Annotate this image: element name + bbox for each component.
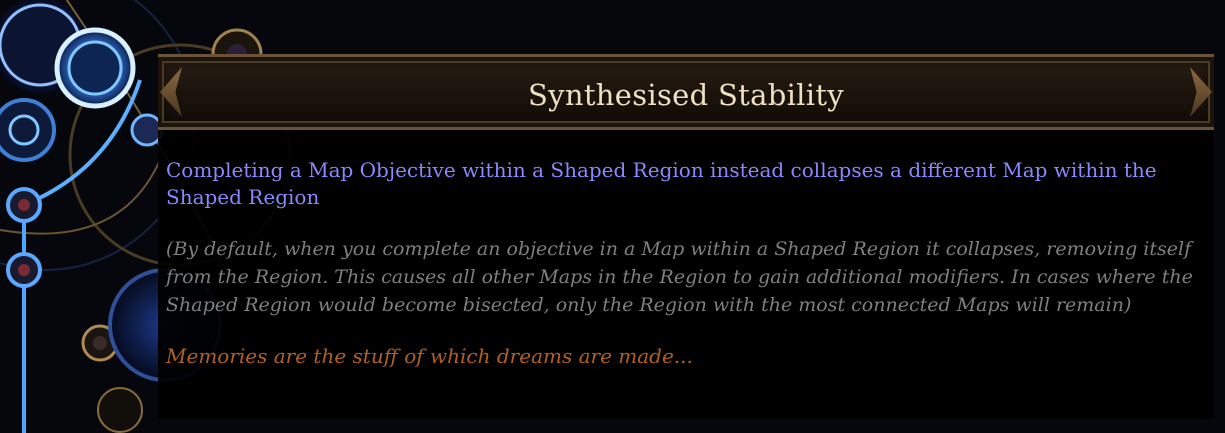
tooltip-body: Completing a Map Objective within a Shap… [166,157,1208,370]
tooltip-title: Synthesised Stability [528,78,844,112]
explicit-modifier: Completing a Map Objective within a Shap… [166,158,1157,209]
item-tooltip: Synthesised Stability Completing a Map O… [158,54,1214,419]
flavour-text: Memories are the stuff of which dreams a… [166,344,693,368]
reminder-text: (By default, when you complete an object… [166,238,1193,316]
tooltip-header: Synthesised Stability [158,54,1214,130]
